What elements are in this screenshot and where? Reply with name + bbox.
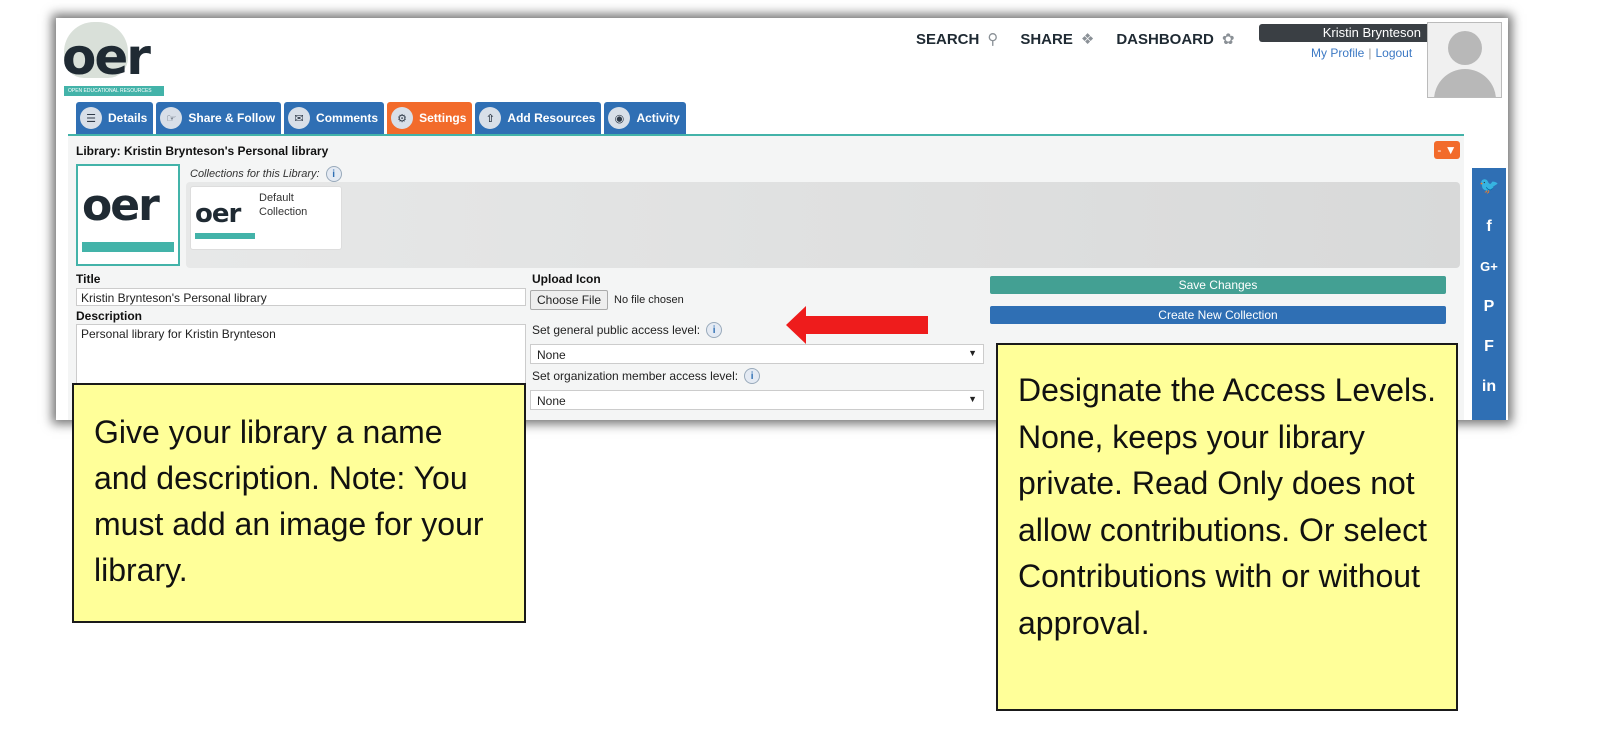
info-icon[interactable]: i xyxy=(706,322,723,338)
dashboard-icon: ✿ xyxy=(1221,31,1235,48)
org-access-select[interactable]: None ▼ xyxy=(530,390,984,410)
search-icon: ⚲ xyxy=(987,31,999,48)
file-upload: Choose File No file chosen xyxy=(530,290,684,310)
link-separator: | xyxy=(1368,46,1372,60)
tab-label: Share & Follow xyxy=(188,111,276,125)
title-label: Title xyxy=(76,272,101,286)
top-nav: SEARCH ⚲ SHARE ❖ DASHBOARD ✿ xyxy=(916,30,1235,49)
description-label: Description xyxy=(76,309,143,323)
collections-label-text: Collections for this Library: xyxy=(190,168,320,180)
create-collection-button[interactable]: Create New Collection xyxy=(990,306,1446,324)
nav-search-label: SEARCH xyxy=(916,30,980,48)
logout-link[interactable]: Logout xyxy=(1375,46,1412,60)
tab-share-follow[interactable]: ☞ Share & Follow xyxy=(156,102,282,134)
org-access-label-text: Set organization member access level: xyxy=(532,369,739,383)
tab-label: Settings xyxy=(419,111,467,125)
title-input[interactable]: Kristin Brynteson's Personal library xyxy=(76,288,526,306)
my-profile-link[interactable]: My Profile xyxy=(1311,46,1364,60)
facebook-icon[interactable]: f xyxy=(1486,216,1491,238)
books-icon: ☰ xyxy=(80,107,102,129)
chevron-down-icon: ▼ xyxy=(968,394,977,404)
collection-card[interactable]: oer Default Collection xyxy=(190,186,342,250)
upload-icon: ⇧ xyxy=(479,107,502,129)
public-access-value: None xyxy=(537,348,566,362)
tab-details[interactable]: ☰ Details xyxy=(76,102,154,134)
nav-share-label: SHARE xyxy=(1020,30,1073,48)
nav-dashboard-label: DASHBOARD xyxy=(1116,30,1214,48)
library-image-strip xyxy=(82,242,174,252)
collections-area xyxy=(186,182,1460,268)
tab-label: Add Resources xyxy=(507,111,596,125)
library-image[interactable]: oer xyxy=(76,164,180,266)
chevron-down-icon: ▼ xyxy=(968,348,977,358)
info-icon[interactable]: i xyxy=(325,166,342,182)
save-changes-button[interactable]: Save Changes xyxy=(990,276,1446,294)
comments-icon: ✉ xyxy=(288,107,311,129)
public-access-label-text: Set general public access level: xyxy=(532,323,701,337)
twitter-icon[interactable]: 🐦 xyxy=(1479,176,1499,198)
library-image-wordmark: oer xyxy=(82,180,160,231)
user-name: Kristin Brynteson xyxy=(1259,24,1427,42)
tab-label: Activity xyxy=(636,111,680,125)
avatar-head xyxy=(1448,31,1482,65)
collection-image-wordmark: oer xyxy=(195,199,241,229)
no-file-text: No file chosen xyxy=(614,294,684,306)
collapse-button[interactable]: - ▼ xyxy=(1434,141,1460,159)
upload-icon-label: Upload Icon xyxy=(532,272,601,286)
mouse-icon: ◉ xyxy=(608,107,631,129)
callout-name-description: Give your library a name and description… xyxy=(72,383,526,623)
oer-logo[interactable]: oer OPEN EDUCATIONAL RESOURCES xyxy=(62,22,164,98)
nav-dashboard[interactable]: DASHBOARD ✿ xyxy=(1116,30,1235,49)
tab-bar: ☰ Details ☞ Share & Follow ✉ Comments ⚙ Sett… xyxy=(76,102,686,134)
user-links: My Profile | Logout xyxy=(1311,46,1412,60)
flipboard-icon[interactable]: F xyxy=(1484,336,1494,358)
tab-settings[interactable]: ⚙ Settings xyxy=(387,102,473,134)
red-arrow-annotation xyxy=(786,306,928,344)
collection-image-strip xyxy=(195,233,255,239)
nav-share[interactable]: SHARE ❖ xyxy=(1020,30,1095,49)
linkedin-icon[interactable]: in xyxy=(1482,376,1496,398)
info-icon[interactable]: i xyxy=(744,368,761,384)
pinterest-icon[interactable]: P xyxy=(1484,296,1495,318)
choose-file-button[interactable]: Choose File xyxy=(530,290,609,310)
pointer-icon: ☞ xyxy=(160,107,183,129)
tag-icon: ❖ xyxy=(1080,31,1095,48)
avatar-body xyxy=(1434,69,1496,97)
tab-comments[interactable]: ✉ Comments xyxy=(284,102,385,134)
org-access-value: None xyxy=(537,394,566,408)
nav-search[interactable]: SEARCH ⚲ xyxy=(916,30,999,49)
tab-add-resources[interactable]: ⇧ Add Resources xyxy=(475,102,602,134)
public-access-label: Set general public access level: i xyxy=(532,322,723,338)
social-share-bar: 🐦 f G+ P F in xyxy=(1472,168,1506,420)
collection-name: Default Collection xyxy=(259,192,308,218)
library-heading: Library: Kristin Brynteson's Personal li… xyxy=(76,144,329,158)
avatar[interactable] xyxy=(1427,22,1502,98)
logo-tagline: OPEN EDUCATIONAL RESOURCES xyxy=(64,86,164,96)
callout-access-levels: Designate the Access Levels. None, keeps… xyxy=(996,343,1458,711)
tab-label: Details xyxy=(108,111,148,125)
org-access-label: Set organization member access level: i xyxy=(532,368,761,384)
tab-label: Comments xyxy=(316,111,379,125)
google-plus-icon[interactable]: G+ xyxy=(1480,256,1498,278)
settings-icon: ⚙ xyxy=(391,107,414,129)
logo-wordmark: oer xyxy=(62,28,151,86)
collections-label: Collections for this Library: i xyxy=(190,166,342,182)
tab-activity[interactable]: ◉ Activity xyxy=(604,102,686,134)
public-access-select[interactable]: None ▼ xyxy=(530,344,984,364)
